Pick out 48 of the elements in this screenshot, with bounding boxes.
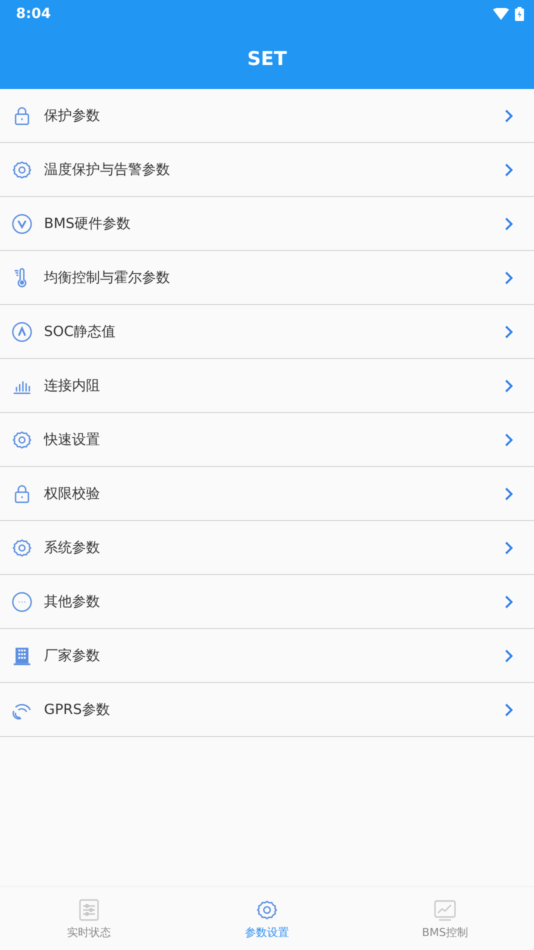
chevron-right-icon: [504, 270, 514, 284]
menu-label: 系统参数: [44, 538, 101, 556]
status-time: 8:04: [16, 6, 51, 22]
gear-icon: [11, 536, 33, 558]
menu-label: 温度保护与告警参数: [44, 160, 171, 178]
wifi-icon: [493, 8, 509, 20]
menu-item[interactable]: 保护参数: [0, 89, 534, 143]
v-circle-icon: [11, 212, 33, 234]
chart-icon: [433, 898, 457, 922]
menu-label: BMS硬件参数: [44, 214, 132, 232]
menu-label: 权限校验: [44, 484, 101, 502]
gear-icon: [11, 428, 33, 450]
page-title: SET: [247, 48, 287, 70]
a-circle-icon: [11, 320, 33, 342]
menu-item[interactable]: BMS硬件参数: [0, 197, 534, 251]
sliders-icon: [77, 898, 101, 922]
menu-item[interactable]: 均衡控制与霍尔参数: [0, 251, 534, 305]
chevron-right-icon: [504, 108, 514, 122]
menu-item[interactable]: 权限校验: [0, 467, 534, 521]
menu-label: 均衡控制与霍尔参数: [44, 268, 171, 286]
menu-label: 厂家参数: [44, 646, 101, 664]
menu-label: 快速设置: [44, 430, 101, 448]
chevron-right-icon: [504, 324, 514, 338]
menu-label: SOC静态值: [44, 322, 117, 340]
battery-icon: [515, 7, 524, 21]
menu-label: 其他参数: [44, 592, 101, 610]
chevron-right-icon: [504, 162, 514, 176]
chevron-right-icon: [504, 486, 514, 500]
menu-label: 连接内阻: [44, 376, 101, 394]
menu-item[interactable]: 其他参数: [0, 575, 534, 629]
menu-item[interactable]: 连接内阻: [0, 359, 534, 413]
chevron-right-icon: [504, 378, 514, 392]
chevron-right-icon: [504, 702, 514, 716]
menu-item[interactable]: SOC静态值: [0, 305, 534, 359]
menu-item[interactable]: 厂家参数: [0, 629, 534, 683]
menu-item[interactable]: 温度保护与告警参数: [0, 143, 534, 197]
chevron-right-icon: [504, 594, 514, 608]
chevron-right-icon: [504, 216, 514, 230]
menu-item[interactable]: 快速设置: [0, 413, 534, 467]
chevron-right-icon: [504, 648, 514, 662]
menu-label: GPRS参数: [44, 700, 111, 718]
menu-item[interactable]: GPRS参数: [0, 683, 534, 737]
chevron-right-icon: [504, 432, 514, 446]
gear-icon: [11, 158, 33, 180]
dots-circle-icon: [11, 590, 33, 612]
menu-item[interactable]: 系统参数: [0, 521, 534, 575]
menu-label: 保护参数: [44, 106, 101, 124]
chevron-right-icon: [504, 540, 514, 554]
